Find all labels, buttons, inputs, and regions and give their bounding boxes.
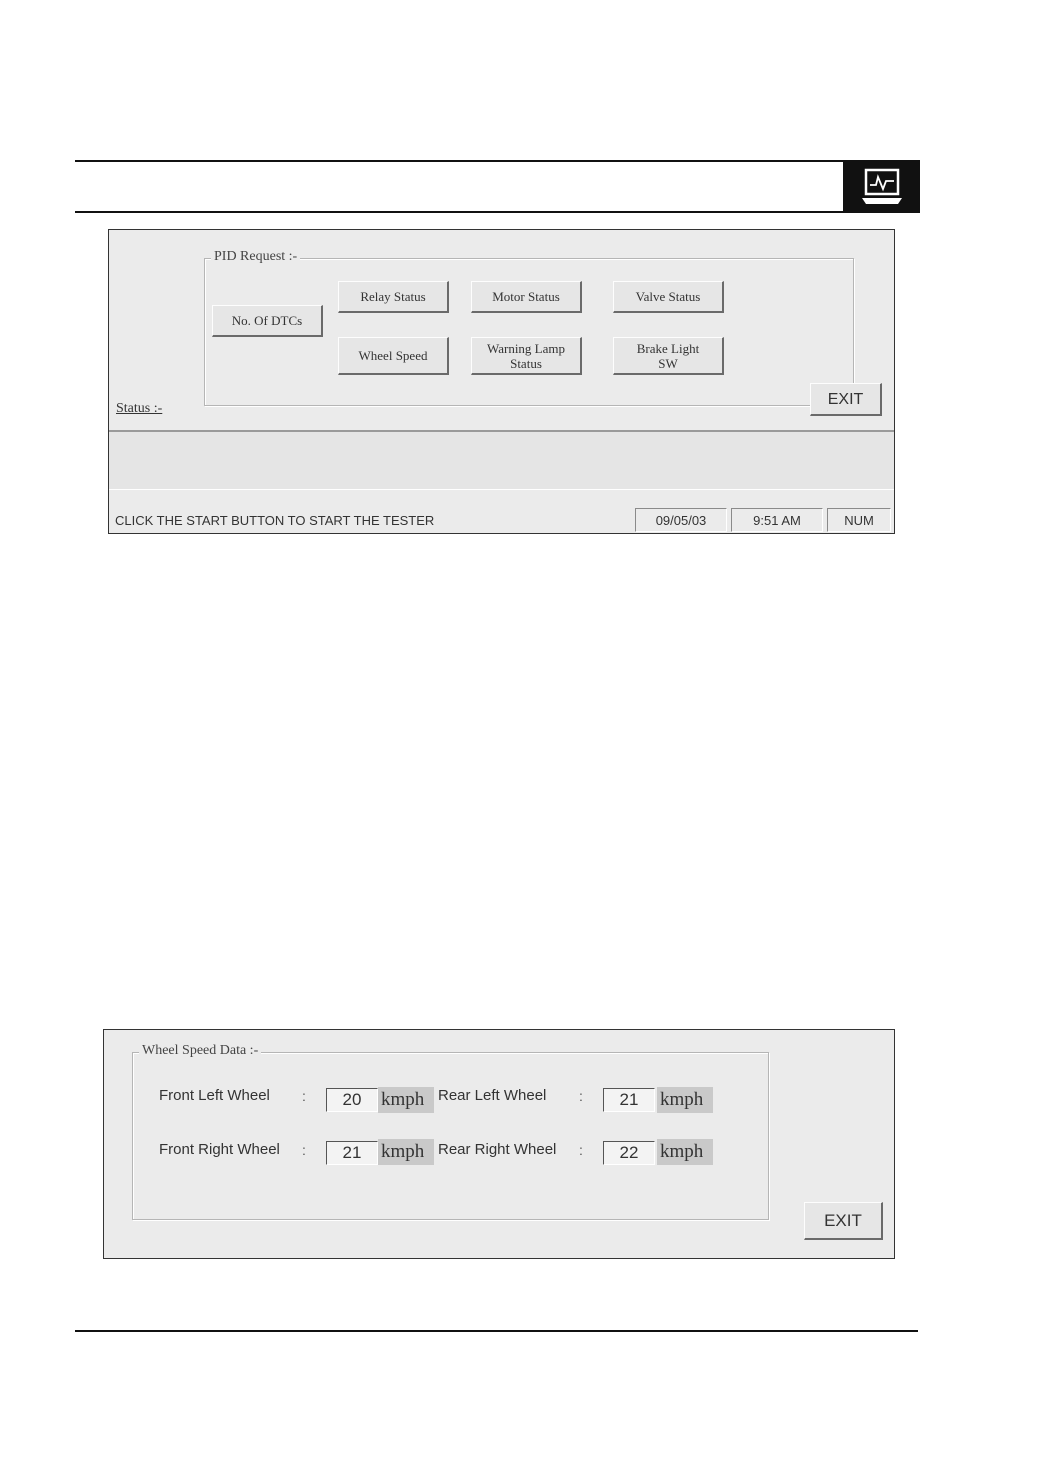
rear-right-wheel-unit: kmph [657,1139,713,1165]
wheel-speed-screen: Wheel Speed Data :- Front Left Wheel : 2… [103,1029,895,1259]
no-of-dtcs-button[interactable]: No. Of DTCs [212,305,323,337]
rear-left-colon: : [579,1088,583,1104]
motor-status-button[interactable]: Motor Status [471,281,582,313]
warning-lamp-line1: Warning Lamp [486,340,565,356]
status-bar-numlock: NUM [827,508,891,532]
wheel-speed-button[interactable]: Wheel Speed [338,337,449,375]
front-right-wheel-label: Front Right Wheel [159,1141,280,1158]
exit-button[interactable]: EXIT [804,1202,883,1240]
footer-rule [75,1330,918,1332]
front-left-wheel-label: Front Left Wheel [159,1087,270,1104]
valve-status-button[interactable]: Valve Status [613,281,724,313]
pid-request-screen: PID Request :- No. Of DTCs Relay Status … [108,229,895,534]
rear-right-colon: : [579,1142,583,1158]
header-rule-top [75,160,920,162]
header-rule-bottom [75,211,920,213]
warning-lamp-line2: Status [510,355,542,371]
front-right-colon: : [302,1142,306,1158]
relay-status-button[interactable]: Relay Status [338,281,449,313]
rear-right-wheel-value: 22 [603,1141,655,1165]
status-bar-date: 09/05/03 [635,508,727,532]
front-left-colon: : [302,1088,306,1104]
pid-request-title: PID Request :- [211,249,301,265]
brake-light-line1: Brake Light [636,340,700,356]
rear-right-wheel-label: Rear Right Wheel [438,1141,557,1158]
warning-lamp-status-button[interactable]: Warning Lamp Status [471,337,582,375]
front-left-wheel-value: 20 [326,1088,378,1112]
status-bar: CLICK THE START BUTTON TO START THE TEST… [109,505,894,533]
front-left-wheel-unit: kmph [378,1087,434,1113]
exit-button[interactable]: EXIT [810,383,882,416]
status-bar-time: 9:51 AM [731,508,823,532]
front-right-wheel-value: 21 [326,1141,378,1165]
rear-left-wheel-label: Rear Left Wheel [438,1087,547,1104]
rear-left-wheel-unit: kmph [657,1087,713,1113]
status-output-area [109,430,894,490]
status-label: Status :- [116,401,163,416]
front-right-wheel-unit: kmph [378,1139,434,1165]
brake-light-line2: SW [658,355,678,371]
brake-light-sw-button[interactable]: Brake Light SW [613,337,724,375]
laptop-oscilloscope-icon [843,160,920,213]
rear-left-wheel-value: 21 [603,1088,655,1112]
status-bar-message: CLICK THE START BUTTON TO START THE TEST… [115,512,435,528]
wheel-speed-group: Wheel Speed Data :- [132,1043,769,1220]
wheel-speed-title: Wheel Speed Data :- [139,1043,262,1059]
